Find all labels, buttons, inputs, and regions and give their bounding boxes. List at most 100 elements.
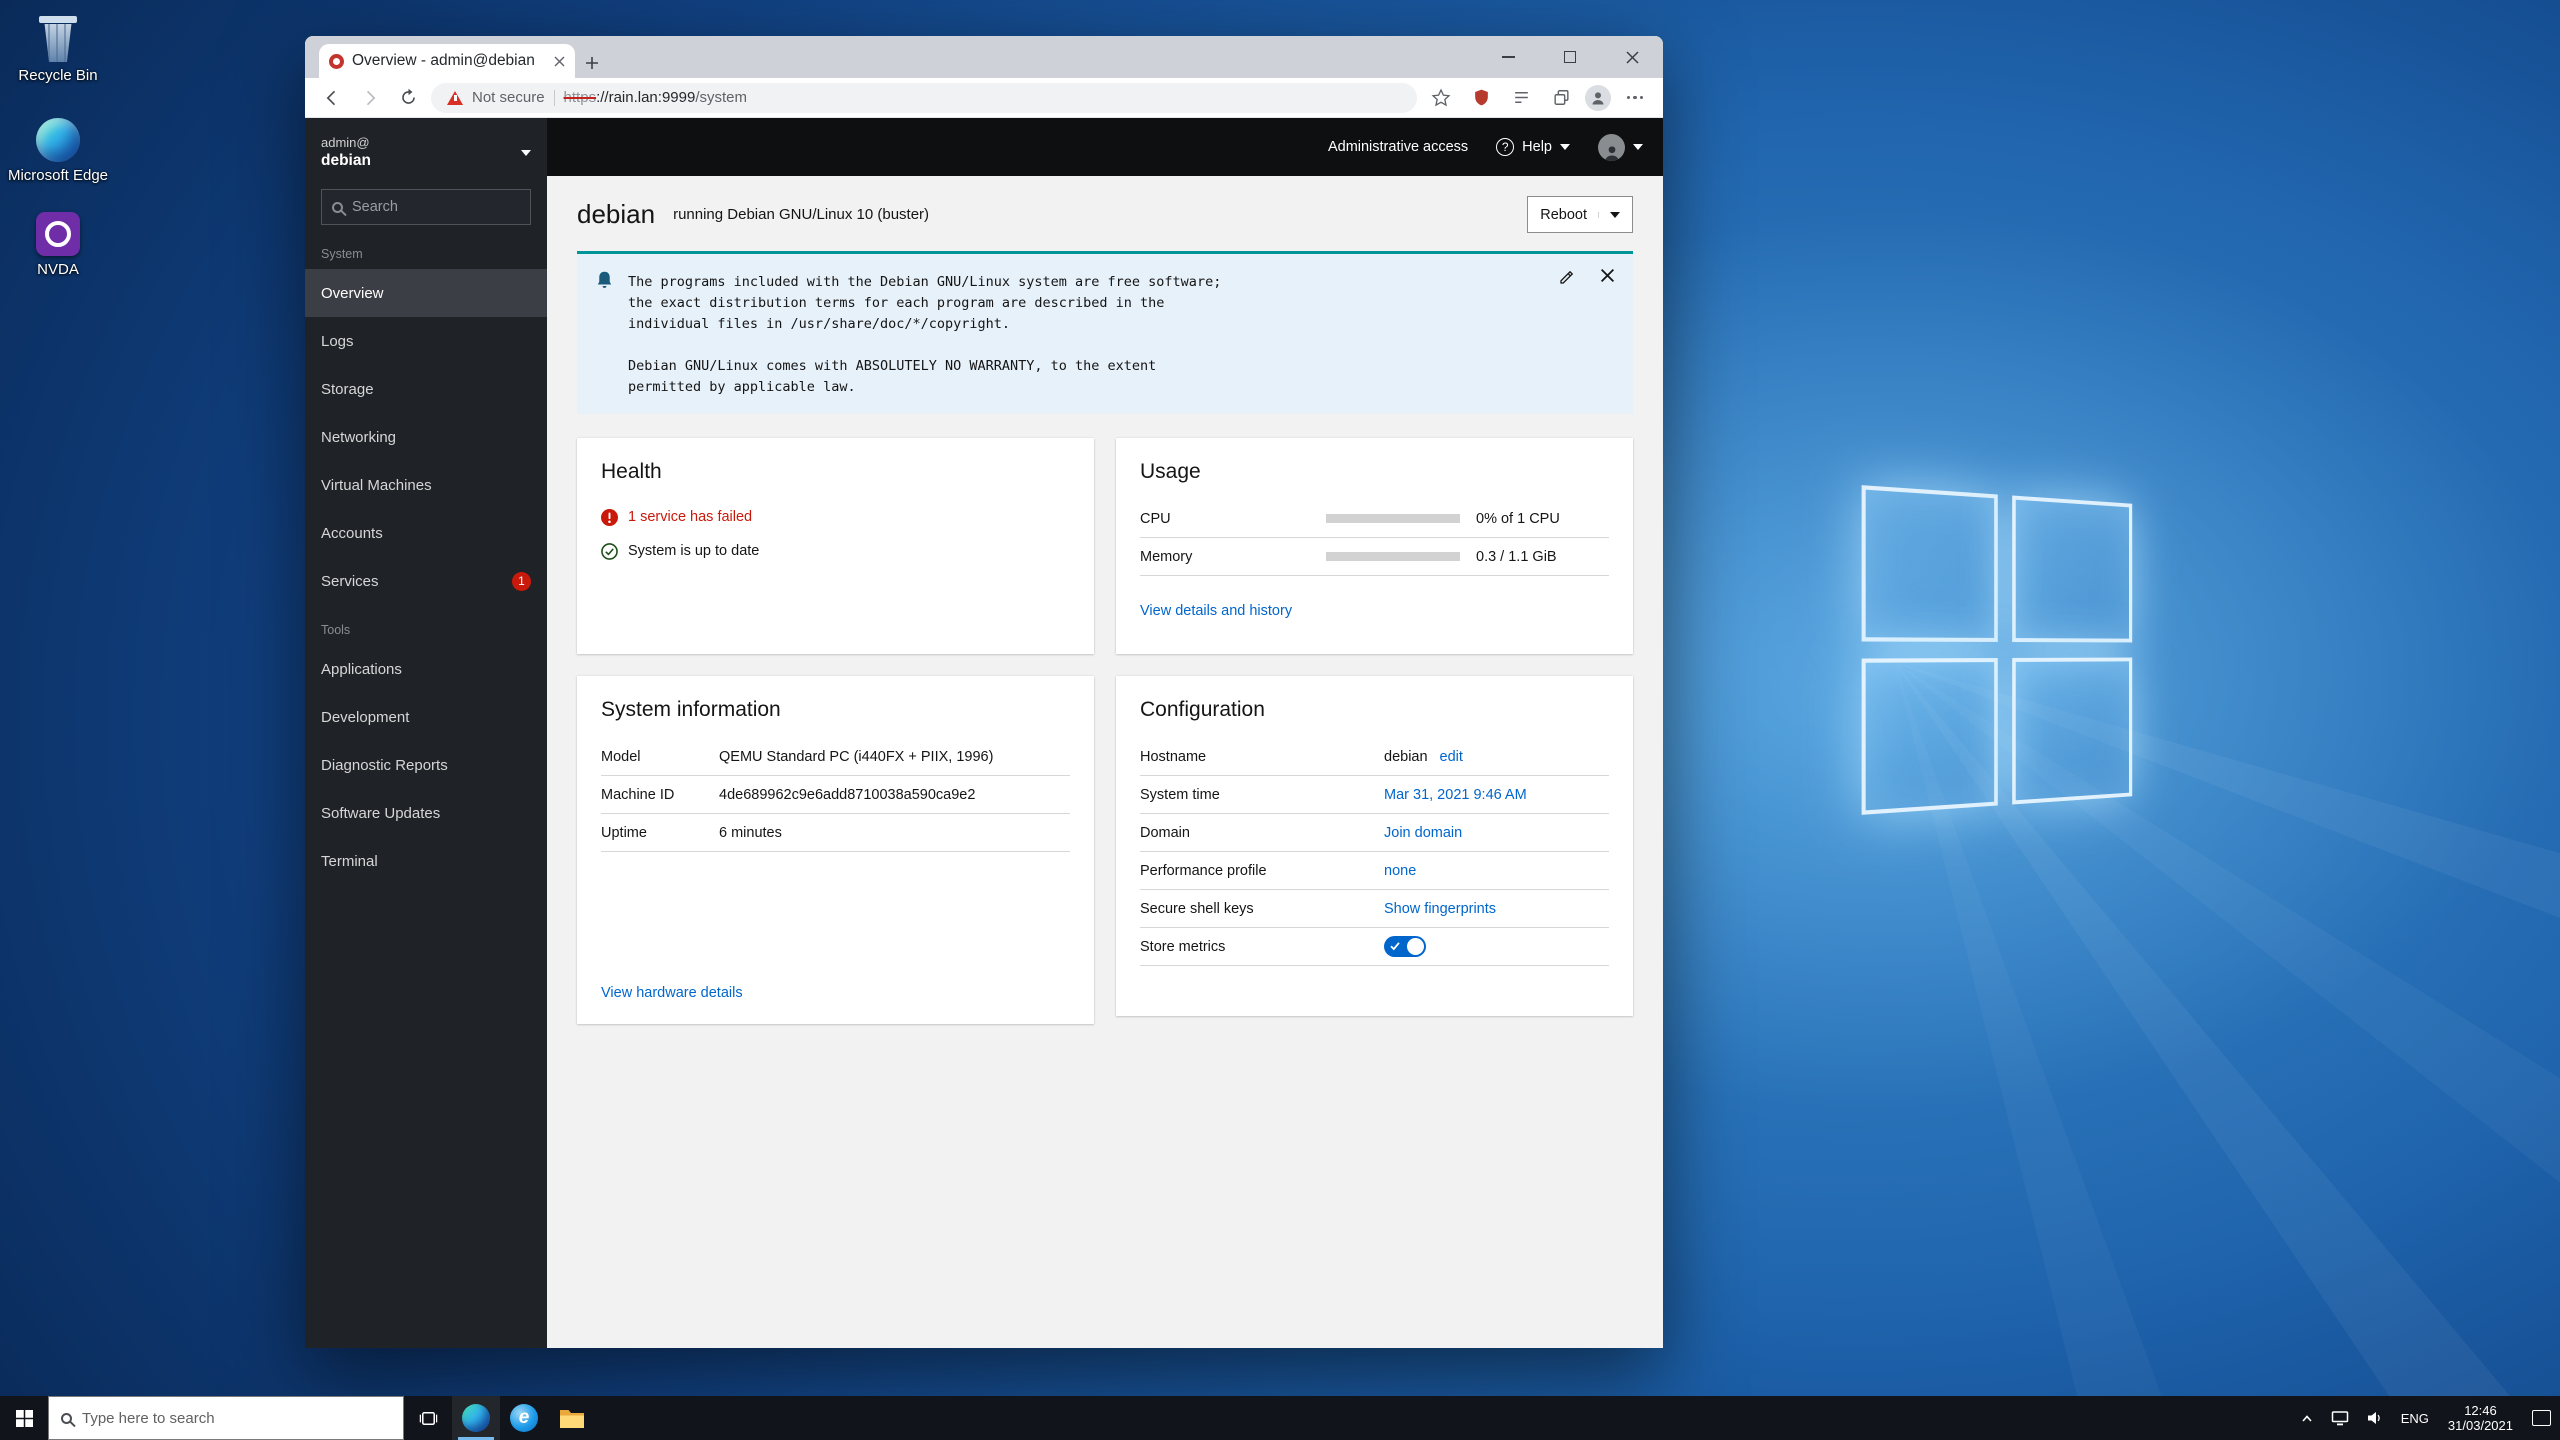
chevron-down-icon [521, 150, 531, 156]
windows-logo-pane [1862, 485, 1998, 642]
browser-tab[interactable]: Overview - admin@debian [319, 44, 575, 78]
new-tab-button[interactable] [585, 56, 599, 70]
tab-close-icon[interactable] [554, 56, 565, 67]
browser-profile-avatar[interactable] [1585, 85, 1611, 111]
back-button[interactable] [317, 83, 347, 113]
desktop-icon-recycle-bin[interactable]: Recycle Bin [0, 16, 116, 84]
join-domain-link[interactable]: Join domain [1384, 825, 1462, 841]
store-metrics-toggle[interactable] [1384, 936, 1426, 957]
sidebar-item-services[interactable]: Services 1 [305, 557, 547, 605]
failed-service-link[interactable]: 1 service has failed [628, 509, 752, 525]
start-button[interactable] [0, 1396, 48, 1440]
task-view-button[interactable] [404, 1396, 452, 1440]
taskbar-edge-button[interactable] [452, 1396, 500, 1440]
refresh-button[interactable] [393, 83, 423, 113]
browser-toolbar: Not secure https://rain.lan:9999/system [305, 78, 1663, 118]
sidebar-item-accounts[interactable]: Accounts [305, 509, 547, 557]
desktop-icon-microsoft-edge[interactable]: Microsoft Edge [0, 118, 116, 184]
browser-menu-icon[interactable] [1619, 83, 1651, 113]
show-fingerprints-link[interactable]: Show fingerprints [1384, 901, 1496, 917]
nav-label: Logs [321, 333, 354, 350]
alert-actions [1558, 268, 1615, 286]
taskbar-search[interactable] [48, 1396, 404, 1440]
sidebar-host: debian [321, 151, 371, 171]
desktop-icon-label: Microsoft Edge [0, 167, 116, 184]
url-host: ://rain.lan:9999 [596, 89, 695, 106]
view-hardware-details-link[interactable]: View hardware details [601, 985, 743, 1001]
sidebar-search[interactable] [321, 189, 531, 225]
collections-icon[interactable] [1545, 83, 1577, 113]
health-card: Health 1 service has failed System is up… [577, 438, 1094, 654]
desktop-icon-label: NVDA [0, 261, 116, 278]
extension-shield-icon[interactable] [1465, 83, 1497, 113]
action-center-button[interactable] [2523, 1396, 2560, 1440]
search-icon [332, 202, 343, 213]
close-alert-button[interactable] [1600, 268, 1615, 286]
help-menu[interactable]: ? Help [1496, 138, 1570, 156]
edit-hostname-link[interactable]: edit [1440, 749, 1463, 765]
forward-button[interactable] [355, 83, 385, 113]
window-minimize-button[interactable] [1477, 36, 1539, 78]
sidebar-item-storage[interactable]: Storage [305, 365, 547, 413]
windows-logo [1862, 485, 2133, 815]
help-label: Help [1522, 139, 1552, 155]
uptime-label: Uptime [601, 825, 719, 841]
sidebar-item-virtual-machines[interactable]: Virtual Machines [305, 461, 547, 509]
desktop-icon-nvda[interactable]: NVDA [0, 212, 116, 278]
session-menu[interactable] [1598, 134, 1643, 161]
edit-motd-button[interactable] [1558, 268, 1576, 286]
sidebar-item-logs[interactable]: Logs [305, 317, 547, 365]
sidebar-item-development[interactable]: Development [305, 693, 547, 741]
nav-label: Diagnostic Reports [321, 757, 448, 774]
reboot-dropdown-toggle[interactable] [1598, 212, 1620, 218]
performance-profile-link[interactable]: none [1384, 863, 1416, 879]
card-title: Configuration [1140, 698, 1609, 722]
check-circle-icon [601, 543, 618, 560]
notification-icon [2532, 1410, 2551, 1426]
desktop-icon-label: Recycle Bin [0, 67, 116, 84]
card-title: System information [601, 698, 1070, 722]
taskbar-file-explorer-button[interactable] [548, 1396, 596, 1440]
cpu-label: CPU [1140, 511, 1326, 527]
url-path: /system [695, 89, 747, 106]
windows-logo-pane [2012, 495, 2132, 642]
sidebar-item-networking[interactable]: Networking [305, 413, 547, 461]
chevron-up-icon [2301, 1414, 2313, 1423]
sidebar-search-input[interactable] [352, 199, 539, 215]
sidebar-item-software-updates[interactable]: Software Updates [305, 789, 547, 837]
administrative-access-button[interactable]: Administrative access [1328, 139, 1468, 155]
windows-logo-pane [1862, 658, 1998, 815]
taskbar-search-input[interactable] [82, 1410, 391, 1427]
internet-explorer-icon: e [510, 1404, 538, 1432]
sidebar-item-applications[interactable]: Applications [305, 645, 547, 693]
sidebar-item-diagnostic-reports[interactable]: Diagnostic Reports [305, 741, 547, 789]
store-metrics-label: Store metrics [1140, 939, 1384, 955]
favorites-star-icon[interactable] [1425, 83, 1457, 113]
address-bar[interactable]: Not secure https://rain.lan:9999/system [431, 83, 1417, 113]
sidebar-item-overview[interactable]: Overview [305, 269, 547, 317]
nav-label: Networking [321, 429, 396, 446]
window-maximize-button[interactable] [1539, 36, 1601, 78]
tray-volume[interactable] [2358, 1396, 2392, 1440]
tray-show-hidden-icons[interactable] [2292, 1396, 2322, 1440]
health-failed-row: 1 service has failed [601, 500, 1070, 534]
host-switcher[interactable]: admin@ debian [305, 118, 547, 181]
tray-clock[interactable]: 12:46 31/03/2021 [2438, 1403, 2523, 1434]
not-secure-label[interactable]: Not secure [472, 89, 545, 106]
services-failed-badge: 1 [512, 572, 531, 591]
reboot-button[interactable]: Reboot [1527, 196, 1633, 233]
taskbar-browser-button[interactable]: e [500, 1396, 548, 1440]
bell-icon [595, 270, 614, 398]
window-close-button[interactable] [1601, 36, 1663, 78]
card-title: Usage [1140, 460, 1609, 484]
tray-language[interactable]: ENG [2392, 1396, 2438, 1440]
help-icon: ? [1496, 138, 1514, 156]
system-time-link[interactable]: Mar 31, 2021 9:46 AM [1384, 787, 1527, 803]
tab-title: Overview - admin@debian [352, 52, 546, 70]
cpu-progress-bar [1326, 514, 1460, 523]
favorites-list-icon[interactable] [1505, 83, 1537, 113]
view-details-history-link[interactable]: View details and history [1140, 603, 1292, 619]
nav-label: Services [321, 573, 379, 590]
tray-network[interactable] [2322, 1396, 2358, 1440]
sidebar-item-terminal[interactable]: Terminal [305, 837, 547, 885]
